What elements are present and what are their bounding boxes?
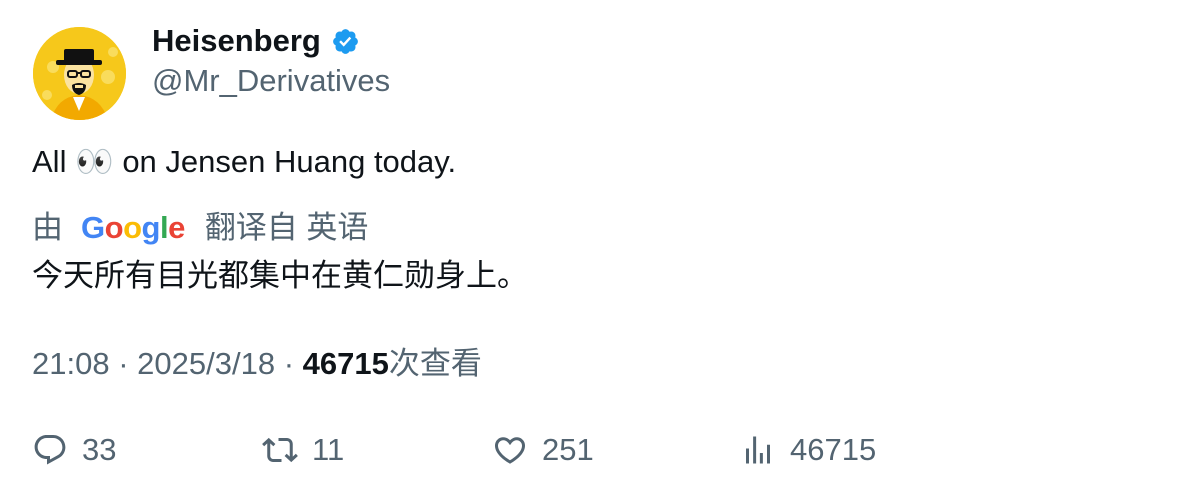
- author-name-row[interactable]: Heisenberg: [152, 22, 360, 60]
- tweet-text-start: All: [32, 144, 67, 179]
- tweet-time[interactable]: 21:08: [32, 346, 110, 381]
- author-handle[interactable]: @Mr_Derivatives: [152, 62, 390, 100]
- views-label: 次查看: [388, 346, 482, 381]
- reply-icon: [34, 435, 66, 465]
- views-count: 46715: [302, 346, 389, 381]
- like-button[interactable]: 251: [492, 430, 594, 470]
- translated-text: 今天所有目光都集中在黄仁勋身上。: [32, 258, 528, 293]
- tweet-meta: 21:08 · 2025/3/18 · 46715次查看: [32, 344, 482, 384]
- google-logo-icon: Google: [81, 210, 185, 245]
- author-display-name[interactable]: Heisenberg: [152, 22, 321, 60]
- heisenberg-avatar-icon: [33, 27, 126, 120]
- meta-separator: ·: [283, 346, 295, 381]
- avatar[interactable]: [33, 27, 126, 120]
- reply-count: 33: [82, 432, 117, 467]
- retweet-icon: [262, 437, 298, 463]
- translation-prefix: 由: [32, 210, 63, 245]
- views-action-count: 46715: [790, 432, 877, 467]
- reply-button[interactable]: 33: [32, 430, 116, 470]
- tweet-text: All 👀 on Jensen Huang today.: [32, 142, 456, 182]
- tweet-date[interactable]: 2025/3/18: [137, 346, 275, 381]
- retweet-count: 11: [312, 432, 345, 467]
- like-count: 251: [542, 432, 594, 467]
- translation-suffix: 翻译自 英语: [204, 210, 369, 245]
- verified-badge-icon: [332, 28, 358, 54]
- views-button[interactable]: 46715: [740, 430, 876, 470]
- meta-separator: ·: [118, 346, 129, 381]
- eyes-emoji: 👀: [75, 144, 114, 179]
- translation-attribution: 由 Google 翻译自 英语: [32, 208, 368, 248]
- heart-icon: [494, 437, 526, 464]
- tweet-text-end: on Jensen Huang today.: [122, 144, 457, 179]
- retweet-button[interactable]: 11: [262, 430, 344, 470]
- analytics-icon: [746, 436, 770, 464]
